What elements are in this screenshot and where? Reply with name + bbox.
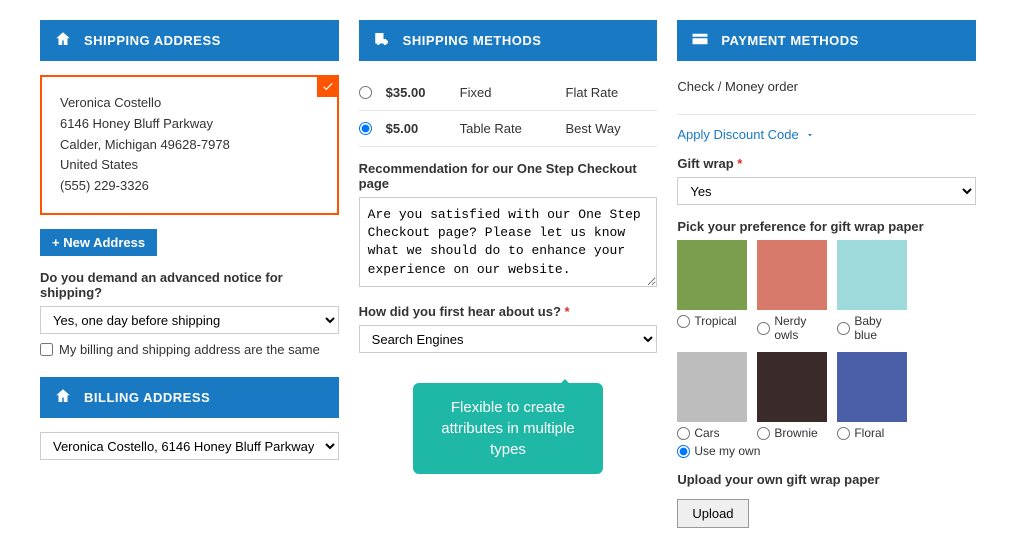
shipping-carrier: Fixed [460, 85, 552, 100]
payment-method-label: Check / Money order [677, 79, 976, 94]
giftwrap-swatch[interactable]: Cars [677, 352, 747, 440]
giftwrap-pref-label: Pick your preference for gift wrap paper [677, 219, 976, 234]
giftwrap-select[interactable]: Yes [677, 177, 976, 205]
shipping-methods-header: SHIPPING METHODS [359, 20, 658, 61]
credit-card-icon [691, 30, 709, 51]
giftwrap-option-radio[interactable] [677, 315, 690, 328]
address-street: 6146 Honey Bluff Parkway [60, 114, 319, 135]
advanced-notice-select[interactable]: Yes, one day before shipping [40, 306, 339, 334]
billing-address-header: BILLING ADDRESS [40, 377, 339, 418]
swatch-image[interactable] [757, 240, 827, 310]
selected-address-card[interactable]: Veronica Costello 6146 Honey Bluff Parkw… [40, 75, 339, 215]
shipping-method: Best Way [566, 121, 658, 136]
giftwrap-option-radio[interactable] [677, 427, 690, 440]
shipping-method-row[interactable]: $5.00 Table Rate Best Way [359, 111, 658, 147]
recommendation-textarea[interactable]: Are you satisfied with our One Step Chec… [359, 197, 658, 287]
address-phone: (555) 229-3326 [60, 176, 319, 197]
shipping-method-radio[interactable] [359, 122, 372, 135]
giftwrap-swatch[interactable]: Baby blue [837, 240, 907, 342]
swatch-image[interactable] [677, 352, 747, 422]
giftwrap-option-label: Tropical [694, 314, 736, 328]
giftwrap-option-label: Nerdy owls [774, 314, 827, 342]
shipping-address-header: SHIPPING ADDRESS [40, 20, 339, 61]
truck-icon [373, 30, 391, 51]
address-country: United States [60, 155, 319, 176]
giftwrap-option-radio[interactable] [837, 427, 850, 440]
payment-methods-header: PAYMENT METHODS [677, 20, 976, 61]
home-icon [54, 387, 72, 408]
hear-about-select[interactable]: Search Engines [359, 325, 658, 353]
shipping-methods-title: SHIPPING METHODS [403, 33, 542, 48]
callout-text: Flexible to create attributes in multipl… [441, 399, 574, 458]
recommendation-label: Recommendation for our One Step Checkout… [359, 161, 658, 191]
swatch-image[interactable] [837, 240, 907, 310]
same-address-label: My billing and shipping address are the … [59, 342, 320, 357]
check-icon [317, 75, 339, 97]
giftwrap-option-radio[interactable] [757, 427, 770, 440]
giftwrap-swatch[interactable]: Tropical [677, 240, 747, 342]
giftwrap-label: Gift wrap [677, 156, 976, 171]
shipping-method-radio[interactable] [359, 86, 372, 99]
giftwrap-swatch[interactable]: Nerdy owls [757, 240, 827, 342]
hear-about-label: How did you first hear about us? [359, 304, 658, 319]
shipping-address-title: SHIPPING ADDRESS [84, 33, 221, 48]
shipping-price: $5.00 [386, 121, 446, 136]
shipping-carrier: Table Rate [460, 121, 552, 136]
apply-discount-link[interactable]: Apply Discount Code [677, 127, 814, 142]
payment-methods-title: PAYMENT METHODS [721, 33, 859, 48]
upload-button[interactable]: Upload [677, 499, 748, 528]
giftwrap-option-radio[interactable] [757, 322, 770, 335]
home-icon [54, 30, 72, 51]
address-name: Veronica Costello [60, 93, 319, 114]
swatch-image[interactable] [757, 352, 827, 422]
new-address-button[interactable]: + New Address [40, 229, 157, 256]
billing-address-title: BILLING ADDRESS [84, 390, 210, 405]
giftwrap-swatch[interactable]: Brownie [757, 352, 827, 440]
advanced-notice-label: Do you demand an advanced notice for shi… [40, 270, 339, 300]
callout-bubble: Flexible to create attributes in multipl… [413, 383, 603, 474]
shipping-method-row[interactable]: $35.00 Fixed Flat Rate [359, 75, 658, 111]
giftwrap-option-label: Use my own [694, 444, 760, 458]
giftwrap-option-label: Brownie [774, 426, 817, 440]
address-city: Calder, Michigan 49628-7978 [60, 135, 319, 156]
shipping-method: Flat Rate [566, 85, 658, 100]
giftwrap-swatch[interactable]: Floral [837, 352, 907, 440]
swatch-image[interactable] [677, 240, 747, 310]
upload-label: Upload your own gift wrap paper [677, 472, 976, 487]
swatch-image[interactable] [837, 352, 907, 422]
giftwrap-option-label: Floral [854, 426, 884, 440]
giftwrap-option-radio[interactable] [677, 445, 690, 458]
billing-address-select[interactable]: Veronica Costello, 6146 Honey Bluff Park… [40, 432, 339, 460]
giftwrap-option-label: Cars [694, 426, 719, 440]
shipping-price: $35.00 [386, 85, 446, 100]
giftwrap-option-radio[interactable] [837, 322, 850, 335]
giftwrap-option-label: Baby blue [854, 314, 907, 342]
same-address-checkbox[interactable] [40, 343, 53, 356]
chevron-down-icon [805, 130, 815, 140]
